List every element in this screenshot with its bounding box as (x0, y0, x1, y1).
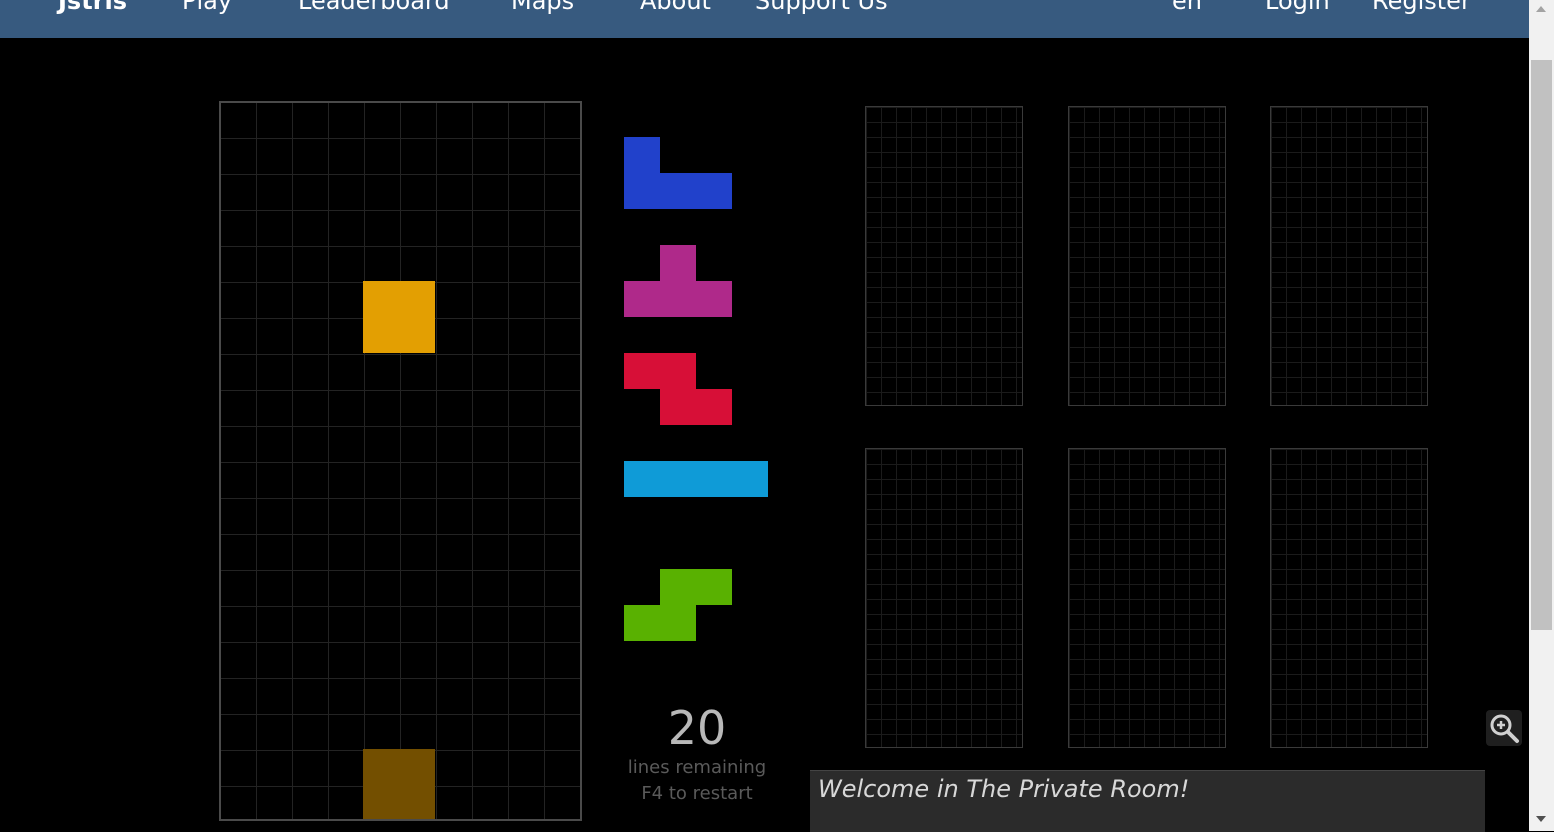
lines-remaining-count: 20 (667, 701, 727, 755)
active-o-piece (363, 281, 435, 353)
main-playfield[interactable] (219, 101, 582, 821)
nav-leaderboard[interactable]: Leaderboard (298, 0, 450, 16)
nav-play[interactable]: Play (182, 0, 232, 16)
nav-maps[interactable]: Maps (511, 0, 574, 16)
scroll-up-arrow-icon[interactable] (1536, 6, 1546, 12)
brand-logo[interactable]: Jstris (58, 0, 127, 16)
nav-register[interactable]: Register (1372, 0, 1471, 16)
opponent-board-5 (1068, 448, 1226, 748)
opponent-board-1 (865, 106, 1023, 406)
zoom-button[interactable] (1486, 710, 1522, 746)
opponent-board-6 (1270, 448, 1428, 748)
top-navbar: Jstris Play Leaderboard Maps About Suppo… (0, 0, 1529, 38)
zoom-in-icon (1490, 714, 1519, 743)
opponent-board-3 (1270, 106, 1428, 406)
opponent-board-4 (865, 448, 1023, 748)
restart-hint: F4 to restart (641, 783, 753, 804)
scrollbar-thumb[interactable] (1531, 60, 1552, 630)
chat-message: Welcome in The Private Room! (818, 775, 1190, 803)
scroll-down-arrow-icon[interactable] (1536, 816, 1546, 822)
ghost-o-piece (363, 749, 435, 819)
opponent-board-2 (1068, 106, 1226, 406)
nav-about[interactable]: About (640, 0, 711, 16)
lines-remaining-label: lines remaining (627, 757, 767, 778)
nav-language[interactable]: en (1172, 0, 1202, 16)
page-scrollbar[interactable] (1529, 0, 1554, 831)
nav-login[interactable]: Login (1265, 0, 1330, 16)
nav-support-us[interactable]: Support Us (755, 0, 888, 16)
chat-box[interactable]: Welcome in The Private Room! (810, 770, 1485, 832)
